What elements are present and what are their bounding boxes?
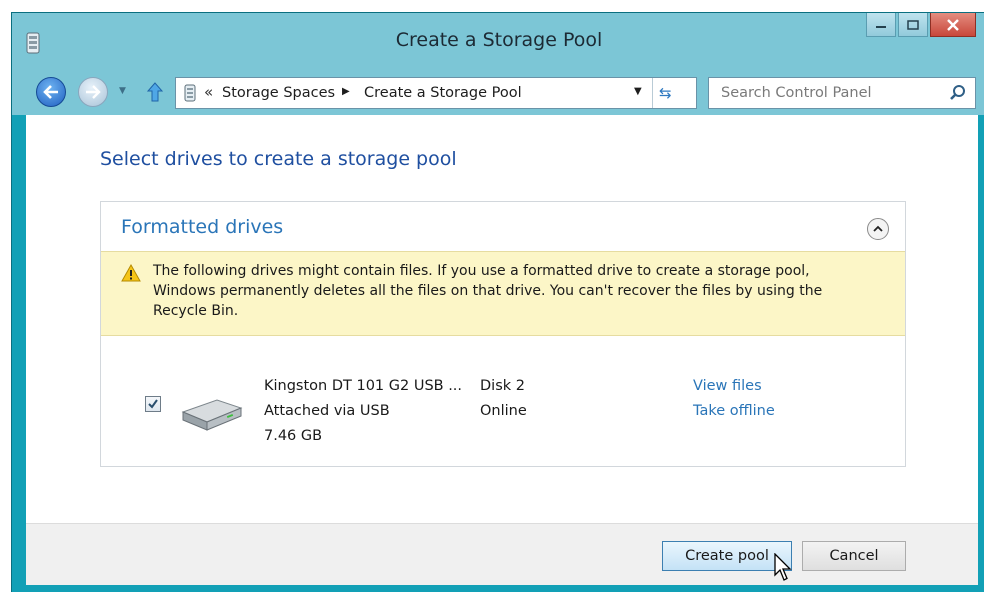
warning-text: The following drives might contain files… <box>153 263 823 319</box>
mouse-pointer-icon <box>774 553 792 581</box>
page-heading: Select drives to create a storage pool <box>100 148 457 170</box>
up-button[interactable] <box>145 79 165 105</box>
recent-pages-dropdown[interactable]: ▼ <box>119 86 126 96</box>
maximize-button[interactable] <box>898 13 928 37</box>
drive-row: Kingston DT 101 G2 USB ... Attached via … <box>101 336 905 466</box>
drive-disk: Disk 2 <box>480 378 525 394</box>
footer-bar: Create pool Cancel <box>26 523 978 585</box>
search-placeholder: Search Control Panel <box>721 85 872 101</box>
search-input[interactable]: Search Control Panel <box>708 77 976 109</box>
formatted-drives-panel: Formatted drives The following drives mi… <box>100 201 906 467</box>
address-dropdown-icon[interactable]: ▼ <box>634 86 642 97</box>
back-button[interactable] <box>36 77 66 107</box>
drive-connection: Attached via USB <box>264 403 390 419</box>
drive-status: Disk 2 Online <box>480 374 527 424</box>
address-bar[interactable]: « Storage Spaces ▶ Create a Storage Pool… <box>175 77 697 109</box>
drive-info: Kingston DT 101 G2 USB ... Attached via … <box>264 374 462 449</box>
caption-buttons <box>866 13 976 37</box>
storage-spaces-icon <box>184 84 196 102</box>
warning-banner: The following drives might contain files… <box>101 251 905 336</box>
breadcrumb-overflow-chevron[interactable]: « <box>204 83 213 101</box>
navigation-bar: ▼ « Storage Spaces ▶ Create a Storage Po… <box>12 71 984 115</box>
address-divider <box>652 78 653 108</box>
up-arrow-icon <box>147 82 163 102</box>
search-icon[interactable] <box>949 84 967 102</box>
maximize-icon <box>907 19 919 30</box>
drive-checkbox[interactable] <box>145 396 161 412</box>
storage-pool-window: Create a Storage Pool ▼ « Storage Spaces… <box>11 12 984 592</box>
minimize-button[interactable] <box>866 13 896 37</box>
desktop: Create a Storage Pool ▼ « Storage Spaces… <box>0 0 984 592</box>
view-files-link[interactable]: View files <box>693 374 775 399</box>
chevron-up-icon <box>873 225 883 232</box>
breadcrumb-storage-spaces[interactable]: Storage Spaces <box>222 85 335 101</box>
close-icon <box>947 18 959 31</box>
drive-online-status: Online <box>480 403 527 419</box>
drive-name: Kingston DT 101 G2 USB ... <box>264 378 463 394</box>
back-arrow-icon <box>43 85 58 99</box>
hard-drive-icon <box>181 399 243 431</box>
checkmark-icon <box>148 399 158 409</box>
refresh-icon[interactable]: ⇆ <box>659 84 672 102</box>
close-button[interactable] <box>930 13 976 37</box>
collapse-button[interactable] <box>867 218 889 240</box>
breadcrumb-create-storage-pool[interactable]: Create a Storage Pool <box>364 85 522 101</box>
cancel-button[interactable]: Cancel <box>802 541 906 571</box>
forward-button[interactable] <box>78 77 108 107</box>
panel-title: Formatted drives <box>121 216 284 238</box>
forward-arrow-icon <box>86 85 101 99</box>
warning-icon <box>121 264 141 282</box>
main-content: Select drives to create a storage pool F… <box>26 115 978 523</box>
take-offline-link[interactable]: Take offline <box>693 399 775 424</box>
minimize-icon <box>876 25 886 28</box>
breadcrumb-separator-icon[interactable]: ▶ <box>342 86 350 97</box>
drive-size: 7.46 GB <box>264 428 323 444</box>
title-bar: Create a Storage Pool <box>12 13 984 71</box>
window-title: Create a Storage Pool <box>395 29 603 51</box>
drive-links: View files Take offline <box>693 374 775 424</box>
